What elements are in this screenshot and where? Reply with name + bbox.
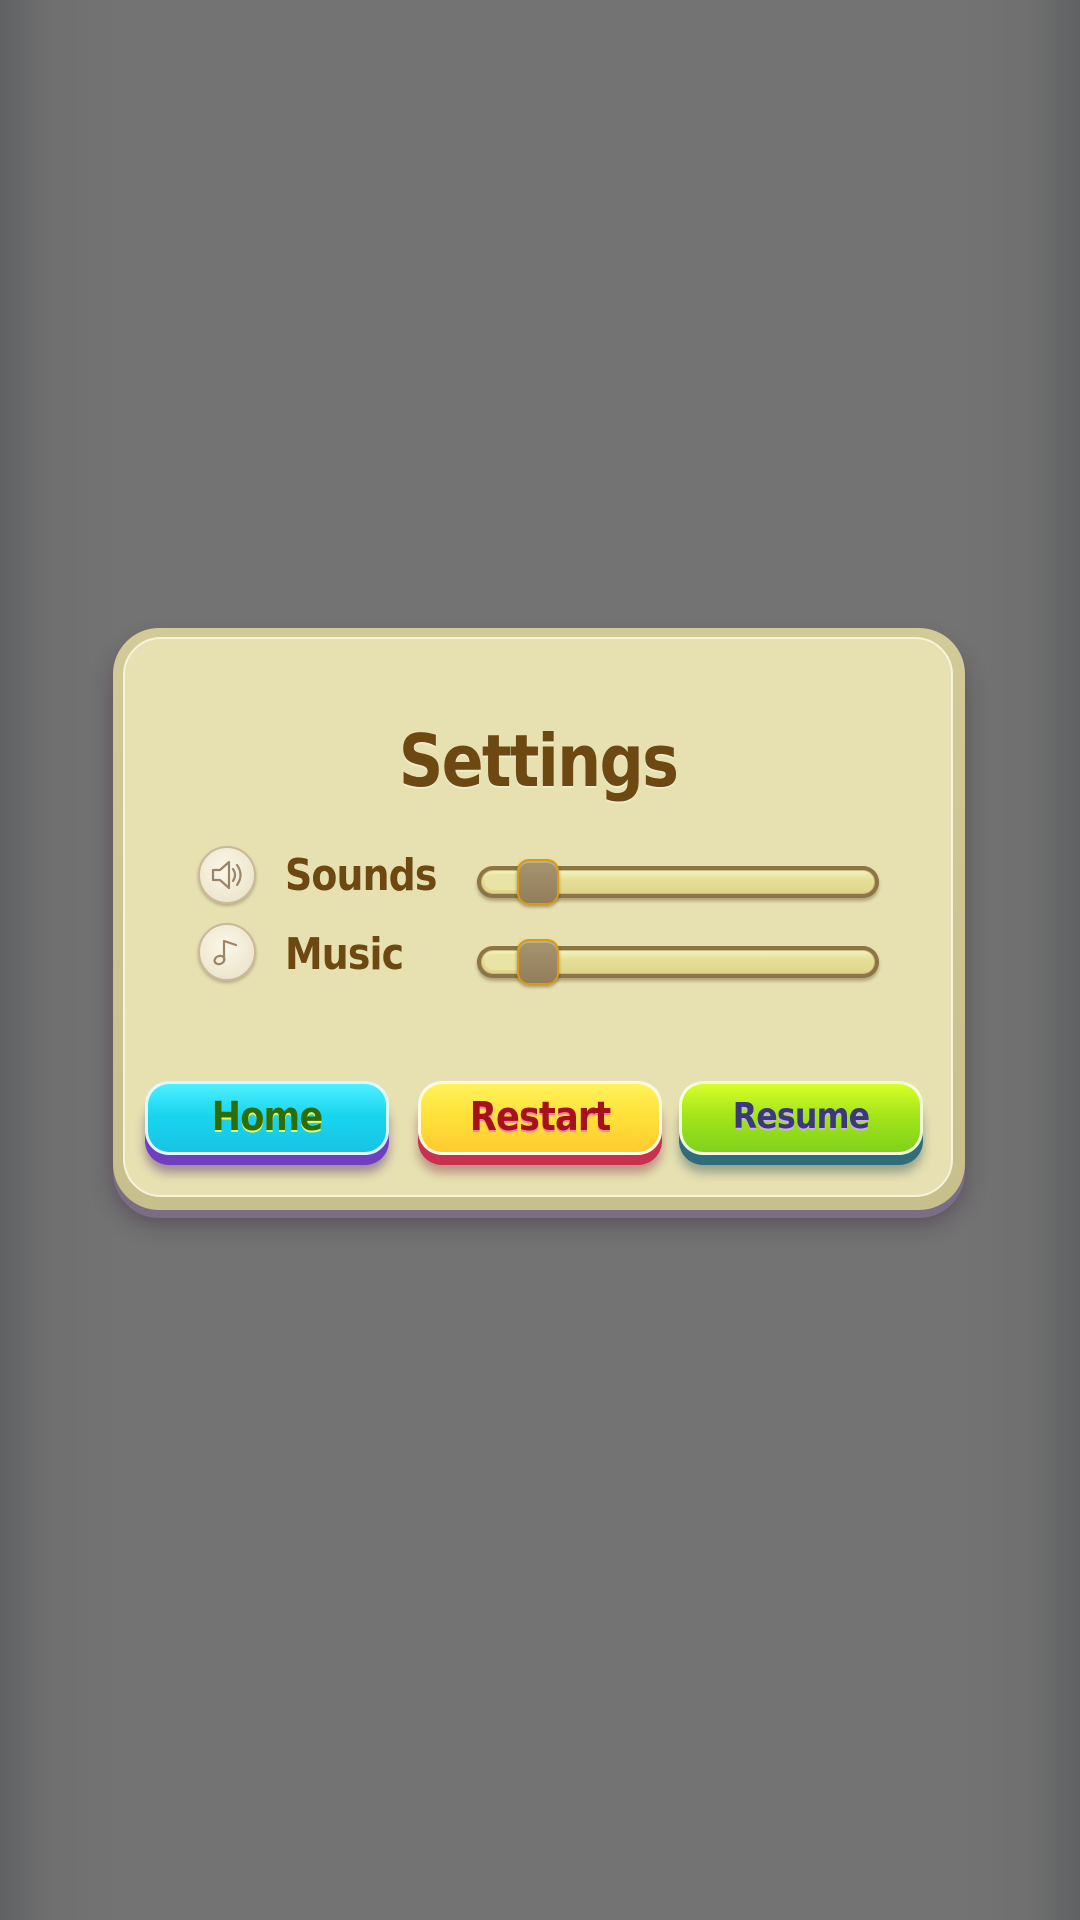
restart-button-label: Restart	[469, 1094, 611, 1140]
dialog-title: Settings	[398, 719, 679, 803]
music-slider[interactable]	[477, 939, 879, 985]
music-slider-thumb[interactable]	[516, 939, 559, 985]
sounds-label: Sounds	[285, 850, 437, 901]
sounds-slider[interactable]	[477, 859, 879, 905]
home-button-label: Home	[211, 1094, 324, 1140]
sounds-slider-thumb[interactable]	[516, 859, 559, 905]
resume-button-label: Resume	[732, 1096, 870, 1137]
settings-dialog: Settings Sounds Music Home Restart Resum…	[113, 628, 965, 1210]
music-label: Music	[285, 929, 404, 980]
home-button[interactable]: Home	[145, 1081, 389, 1165]
speaker-icon[interactable]	[198, 846, 256, 904]
resume-button[interactable]: Resume	[679, 1081, 923, 1165]
music-note-icon[interactable]	[198, 923, 256, 981]
settings-panel: Settings Sounds Music Home Restart Resum…	[123, 637, 953, 1197]
restart-button[interactable]: Restart	[418, 1081, 662, 1165]
